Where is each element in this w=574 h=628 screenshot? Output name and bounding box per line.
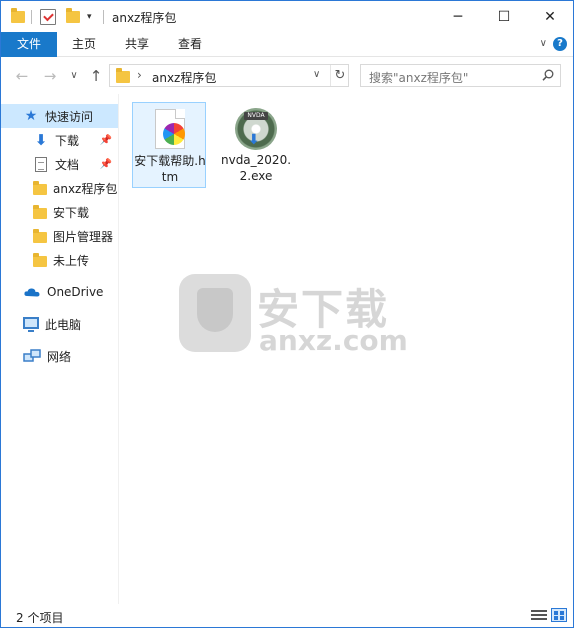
- star-icon: ★: [24, 108, 38, 124]
- minimize-button[interactable]: ─: [435, 1, 481, 32]
- maximize-button[interactable]: ☐: [481, 1, 527, 32]
- sidebar-item-label: 安下载: [53, 205, 90, 220]
- sidebar-item-quick-access[interactable]: ★ 快速访问: [1, 104, 118, 128]
- explorer-window: ▾ anxz程序包 ─ ☐ ✕ 文件 主页 共享 查看 ∨ ? ← → ∨ ↑ …: [0, 0, 574, 628]
- network-icon: [23, 349, 41, 362]
- folder-icon: [33, 181, 47, 195]
- item-count: 2 个项目: [16, 611, 64, 625]
- file-list: 安下载帮助.htm NVDA ⬇ nvda_2020.2.exe: [119, 94, 573, 604]
- tab-share[interactable]: 共享: [114, 32, 160, 57]
- sidebar-item-anxiazai[interactable]: 安下载: [1, 200, 118, 224]
- sidebar-item-downloads[interactable]: ⬇ 下载 📌: [1, 128, 118, 152]
- pin-icon[interactable]: 📌: [100, 135, 112, 146]
- sidebar-item-not-uploaded[interactable]: 未上传: [1, 248, 118, 272]
- tab-view[interactable]: 查看: [167, 32, 213, 57]
- folder-icon: [33, 253, 47, 267]
- status-bar: 2 个项目: [1, 604, 573, 627]
- sidebar-item-label: anxz程序包: [53, 181, 118, 196]
- search-input[interactable]: 搜索"anxz程序包": [360, 64, 561, 87]
- sidebar-item-image-manager[interactable]: 图片管理器: [1, 224, 118, 248]
- file-item[interactable]: NVDA ⬇ nvda_2020.2.exe: [219, 102, 293, 188]
- cloud-icon: [24, 288, 40, 297]
- title-bar: ▾ anxz程序包 ─ ☐ ✕: [1, 1, 573, 32]
- file-name: nvda_2020.2.exe: [220, 153, 292, 183]
- download-icon: ⬇: [34, 131, 48, 149]
- expand-ribbon-icon[interactable]: ∨: [540, 38, 547, 49]
- sidebar-item-documents[interactable]: 文档 📌: [1, 152, 118, 176]
- refresh-button[interactable]: ↻: [330, 65, 349, 86]
- sidebar-item-label: 网络: [47, 349, 72, 364]
- htm-file-icon: [151, 109, 189, 151]
- help-icon[interactable]: ?: [553, 37, 567, 51]
- computer-icon: [23, 317, 39, 332]
- tab-home[interactable]: 主页: [61, 32, 107, 57]
- address-bar[interactable]: › anxz程序包 ∨ ↻: [109, 64, 349, 87]
- folder-icon: [33, 205, 47, 219]
- folder-icon: [116, 68, 130, 83]
- separator: [31, 8, 32, 26]
- address-dropdown-icon[interactable]: ∨: [313, 69, 320, 80]
- sidebar-item-this-pc[interactable]: 此电脑: [1, 312, 118, 336]
- sidebar-item-label: OneDrive: [47, 285, 104, 299]
- file-name: 安下载帮助.htm: [134, 154, 206, 184]
- exe-icon-tag: NVDA: [244, 112, 268, 120]
- folder-icon: [33, 229, 47, 243]
- breadcrumb-chevron-icon[interactable]: ›: [137, 68, 142, 82]
- large-icons-view-icon[interactable]: [551, 608, 567, 622]
- recent-locations-button[interactable]: ∨: [65, 67, 83, 85]
- forward-button[interactable]: →: [41, 67, 59, 85]
- up-button[interactable]: ↑: [87, 67, 105, 85]
- sidebar-item-label: 此电脑: [45, 317, 82, 332]
- properties-icon[interactable]: [40, 8, 56, 26]
- sidebar-item-label: 下载: [55, 133, 80, 148]
- new-folder-icon[interactable]: [66, 8, 80, 26]
- back-button[interactable]: ←: [13, 67, 31, 85]
- quick-access-dropdown-icon[interactable]: ▾: [87, 8, 92, 26]
- sidebar-item-onedrive[interactable]: OneDrive: [1, 280, 118, 304]
- sidebar-item-label: 快速访问: [45, 109, 94, 124]
- search-icon[interactable]: [542, 69, 554, 81]
- pin-icon[interactable]: 📌: [100, 159, 112, 170]
- separator: [103, 8, 104, 26]
- navigation-pane: ★ 快速访问 ⬇ 下载 📌 文档 📌 anxz程序包 安下载 图片管理器 未上传: [1, 94, 118, 604]
- exe-file-icon: NVDA ⬇: [235, 108, 277, 150]
- sidebar-item-label: 文档: [55, 157, 80, 172]
- search-placeholder: 搜索"anxz程序包": [369, 71, 469, 85]
- breadcrumb[interactable]: anxz程序包: [152, 69, 216, 86]
- sidebar-item-network[interactable]: 网络: [1, 344, 118, 368]
- address-row: ← → ∨ ↑ › anxz程序包 ∨ ↻ 搜索"anxz程序包": [1, 58, 573, 94]
- sidebar-item-anxz[interactable]: anxz程序包: [1, 176, 118, 200]
- close-button[interactable]: ✕: [527, 1, 573, 32]
- sidebar-item-label: 图片管理器: [53, 229, 114, 244]
- ribbon-tabs: 文件 主页 共享 查看 ∨ ?: [1, 32, 573, 57]
- sidebar-item-label: 未上传: [53, 253, 90, 268]
- document-icon: [35, 156, 47, 172]
- window-title: anxz程序包: [112, 11, 177, 25]
- file-item[interactable]: 安下载帮助.htm: [132, 102, 206, 188]
- details-view-icon[interactable]: [531, 608, 547, 622]
- tab-file[interactable]: 文件: [1, 32, 57, 57]
- folder-icon: [11, 8, 25, 26]
